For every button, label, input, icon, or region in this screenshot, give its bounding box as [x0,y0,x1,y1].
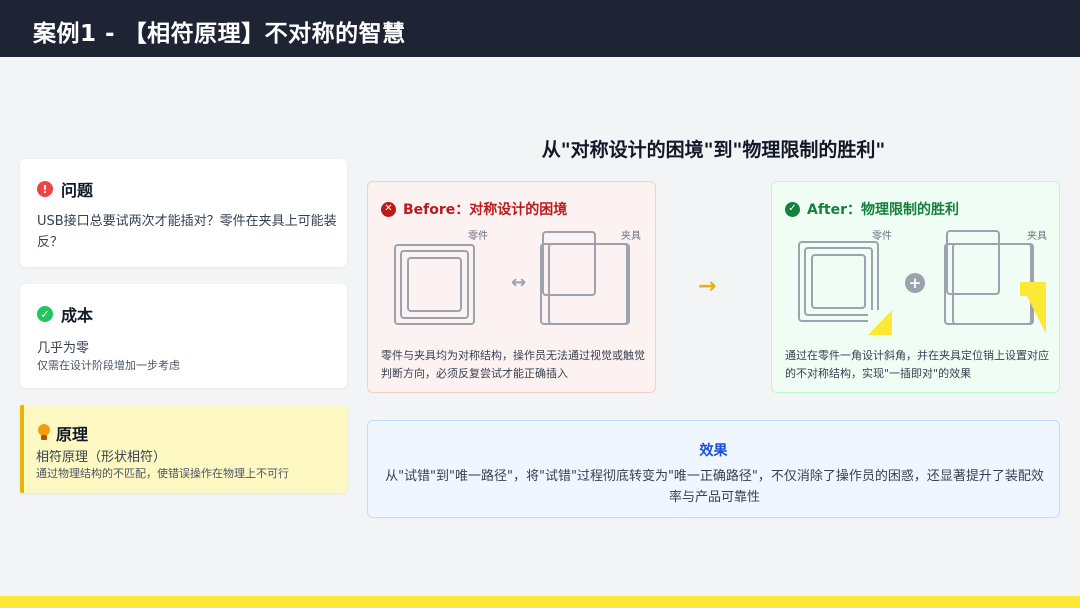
principle-card-desc: 通过物理结构的不匹配，使错误操作在物理上不可行 [36,467,289,480]
lightbulb-icon [36,424,52,442]
before-panel-title: Before：对称设计的困境 [403,202,568,218]
exclamation-icon: ! [37,181,53,197]
bottom-accent-bar [0,596,1080,608]
problem-card-title: 问题 [61,181,94,200]
before-fixture-label: 夹具 [621,229,641,242]
cost-card-title: 成本 [61,306,94,325]
after-panel-desc: 通过在零件一角设计斜角，并在夹具定位销上设置对应的不对称结构，实现"一插即对"的… [785,349,1049,380]
cost-card: ✓ 成本 几乎为零 仅需在设计阶段增加一步考虑 [20,284,347,388]
principle-card-name: 相符原理（形状相符） [36,450,167,465]
before-part-label: 零件 [468,230,488,242]
cost-card-value: 几乎为零 [37,341,90,356]
asymmetric-fixture-shape [944,230,1046,334]
effect-title: 效果 [699,443,728,459]
before-illustration: 零件 ↔ 夹具 [394,229,641,325]
page-title: 案例1 - 【相符原理】不对称的智慧 [33,21,406,47]
top-header-bar: 案例1 - 【相符原理】不对称的智慧 [0,0,1080,57]
problem-card: ! 问题 USB接口总要试两次才能插对？零件在夹具上可能装反？ [20,159,347,267]
check-icon: ✓ [785,201,800,217]
double-arrow-icon: ↔ [511,272,526,293]
before-panel-header: ✕ Before：对称设计的困境 [381,199,567,219]
cost-card-note: 仅需在设计阶段增加一步考虑 [37,359,180,372]
after-fixture-label: 夹具 [1027,229,1047,242]
principle-card-title: 原理 [56,425,89,444]
after-panel: ✓ After：物理限制的胜利 零件 + 夹具 通过在零件一角设计斜角，并在夹具… [771,181,1060,393]
principle-card: 原理 相符原理（形状相符） 通过物理结构的不匹配，使错误操作在物理上不可行 [20,405,347,493]
effect-box: 效果 从"试错"到"唯一路径"，将"试错"过程彻底转变为"唯一正确路径"，不仅消… [367,420,1060,518]
chamfered-part-shape [798,241,892,335]
effect-text: 从"试错"到"唯一路径"，将"试错"过程彻底转变为"唯一正确路径"，不仅消除了操… [385,469,1044,505]
before-panel-desc: 零件与夹具均为对称结构，操作员无法通过视觉或触觉判断方向，必须反复尝试才能正确插… [381,349,645,380]
plus-icon: + [905,273,925,293]
principle-card-header: 原理 [36,421,88,445]
after-panel-header: ✓ After：物理限制的胜利 [785,199,959,219]
comparison-title: 从"对称设计的困境"到"物理限制的胜利" [541,139,886,161]
before-panel: ✕ Before：对称设计的困境 零件 ↔ 夹具 零件与夹具均为对称结构，操作员… [367,181,656,393]
check-icon: ✓ [37,306,53,322]
symmetric-fixture-shape [540,231,630,325]
plus-symbol: + [909,274,922,292]
transition-arrow-icon: → [698,274,717,299]
problem-card-header: ! 问题 [37,177,93,201]
problem-card-text: USB接口总要试两次才能插对？零件在夹具上可能装反？ [37,214,337,250]
cost-card-header: ✓ 成本 [37,302,93,326]
x-icon: ✕ [381,201,396,217]
after-panel-title: After：物理限制的胜利 [807,202,960,218]
symmetric-part-shape [394,244,475,325]
after-part-label: 零件 [872,230,892,242]
after-illustration: 零件 + 夹具 [798,229,1047,335]
